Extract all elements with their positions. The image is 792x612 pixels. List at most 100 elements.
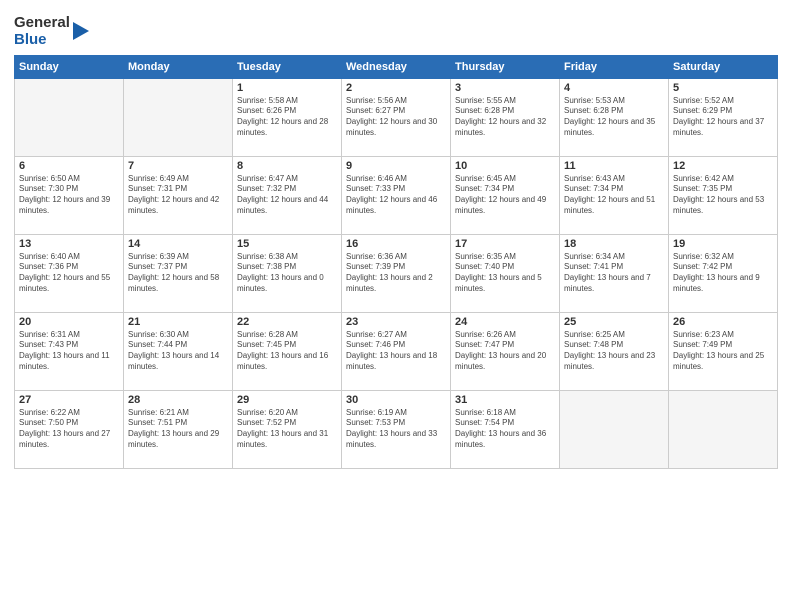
calendar-cell: 24 Sunrise: 6:26 AM Sunset: 7:47 PM Dayli…: [451, 312, 560, 390]
day-number: 5: [673, 82, 773, 94]
day-info: Sunrise: 6:30 AM Sunset: 7:44 PM Dayligh…: [128, 330, 228, 373]
logo-area: General Blue: [14, 14, 89, 49]
calendar-cell: 2 Sunrise: 5:56 AM Sunset: 6:27 PM Daylig…: [342, 78, 451, 156]
calendar-header-sunday: Sunday: [15, 55, 124, 78]
main-container: General Blue SundayMondayTuesdayWednesda…: [0, 0, 792, 477]
day-info: Sunrise: 6:21 AM Sunset: 7:51 PM Dayligh…: [128, 408, 228, 451]
day-number: 1: [237, 82, 337, 94]
calendar-cell: 20 Sunrise: 6:31 AM Sunset: 7:43 PM Dayli…: [15, 312, 124, 390]
day-number: 6: [19, 160, 119, 172]
day-number: 3: [455, 82, 555, 94]
day-number: 15: [237, 238, 337, 250]
day-number: 13: [19, 238, 119, 250]
day-info: Sunrise: 6:20 AM Sunset: 7:52 PM Dayligh…: [237, 408, 337, 451]
day-number: 25: [564, 316, 664, 328]
calendar-cell: 26 Sunrise: 6:23 AM Sunset: 7:49 PM Dayli…: [669, 312, 778, 390]
calendar-cell: 10 Sunrise: 6:45 AM Sunset: 7:34 PM Dayli…: [451, 156, 560, 234]
calendar-cell: [669, 390, 778, 468]
day-number: 11: [564, 160, 664, 172]
day-number: 8: [237, 160, 337, 172]
day-info: Sunrise: 6:31 AM Sunset: 7:43 PM Dayligh…: [19, 330, 119, 373]
calendar-cell: 1 Sunrise: 5:58 AM Sunset: 6:26 PM Daylig…: [233, 78, 342, 156]
calendar-cell: 5 Sunrise: 5:52 AM Sunset: 6:29 PM Daylig…: [669, 78, 778, 156]
calendar-cell: 22 Sunrise: 6:28 AM Sunset: 7:45 PM Dayli…: [233, 312, 342, 390]
calendar-week-row: 20 Sunrise: 6:31 AM Sunset: 7:43 PM Dayli…: [15, 312, 778, 390]
calendar-cell: [560, 390, 669, 468]
calendar-week-row: 6Sunrise: 6:50 AM Sunset: 7:30 PM Daylig…: [15, 156, 778, 234]
day-info: Sunrise: 6:19 AM Sunset: 7:53 PM Dayligh…: [346, 408, 446, 451]
calendar-header-friday: Friday: [560, 55, 669, 78]
logo-blue-text: Blue: [14, 31, 70, 48]
day-info: Sunrise: 5:56 AM Sunset: 6:27 PM Dayligh…: [346, 96, 446, 139]
day-info: Sunrise: 6:38 AM Sunset: 7:38 PM Dayligh…: [237, 252, 337, 295]
calendar-cell: 3 Sunrise: 5:55 AM Sunset: 6:28 PM Daylig…: [451, 78, 560, 156]
calendar-header-wednesday: Wednesday: [342, 55, 451, 78]
calendar-cell: 7 Sunrise: 6:49 AM Sunset: 7:31 PM Daylig…: [124, 156, 233, 234]
day-number: 23: [346, 316, 446, 328]
calendar-cell: 8 Sunrise: 6:47 AM Sunset: 7:32 PM Daylig…: [233, 156, 342, 234]
calendar-cell: 11 Sunrise: 6:43 AM Sunset: 7:34 PM Dayli…: [560, 156, 669, 234]
calendar-cell: 31 Sunrise: 6:18 AM Sunset: 7:54 PM Dayli…: [451, 390, 560, 468]
calendar-cell: 29 Sunrise: 6:20 AM Sunset: 7:52 PM Dayli…: [233, 390, 342, 468]
day-number: 20: [19, 316, 119, 328]
day-number: 7: [128, 160, 228, 172]
day-info: Sunrise: 6:23 AM Sunset: 7:49 PM Dayligh…: [673, 330, 773, 373]
day-number: 29: [237, 394, 337, 406]
day-info: Sunrise: 6:43 AM Sunset: 7:34 PM Dayligh…: [564, 174, 664, 217]
day-info: Sunrise: 6:40 AM Sunset: 7:36 PM Dayligh…: [19, 252, 119, 295]
day-number: 14: [128, 238, 228, 250]
day-info: Sunrise: 6:46 AM Sunset: 7:33 PM Dayligh…: [346, 174, 446, 217]
day-info: Sunrise: 6:32 AM Sunset: 7:42 PM Dayligh…: [673, 252, 773, 295]
calendar-header-tuesday: Tuesday: [233, 55, 342, 78]
day-number: 26: [673, 316, 773, 328]
day-number: 16: [346, 238, 446, 250]
day-info: Sunrise: 6:35 AM Sunset: 7:40 PM Dayligh…: [455, 252, 555, 295]
day-number: 17: [455, 238, 555, 250]
day-number: 18: [564, 238, 664, 250]
day-info: Sunrise: 6:47 AM Sunset: 7:32 PM Dayligh…: [237, 174, 337, 217]
day-info: Sunrise: 5:58 AM Sunset: 6:26 PM Dayligh…: [237, 96, 337, 139]
calendar-cell: 15 Sunrise: 6:38 AM Sunset: 7:38 PM Dayli…: [233, 234, 342, 312]
day-info: Sunrise: 5:52 AM Sunset: 6:29 PM Dayligh…: [673, 96, 773, 139]
day-info: Sunrise: 6:45 AM Sunset: 7:34 PM Dayligh…: [455, 174, 555, 217]
calendar-header-monday: Monday: [124, 55, 233, 78]
day-info: Sunrise: 6:27 AM Sunset: 7:46 PM Dayligh…: [346, 330, 446, 373]
day-number: 28: [128, 394, 228, 406]
day-info: Sunrise: 6:18 AM Sunset: 7:54 PM Dayligh…: [455, 408, 555, 451]
calendar-cell: 28 Sunrise: 6:21 AM Sunset: 7:51 PM Dayli…: [124, 390, 233, 468]
day-number: 10: [455, 160, 555, 172]
day-info: Sunrise: 6:49 AM Sunset: 7:31 PM Dayligh…: [128, 174, 228, 217]
day-number: 27: [19, 394, 119, 406]
day-info: Sunrise: 6:34 AM Sunset: 7:41 PM Dayligh…: [564, 252, 664, 295]
calendar-cell: 21 Sunrise: 6:30 AM Sunset: 7:44 PM Dayli…: [124, 312, 233, 390]
day-number: 21: [128, 316, 228, 328]
calendar-cell: 25 Sunrise: 6:25 AM Sunset: 7:48 PM Dayli…: [560, 312, 669, 390]
calendar-cell: 30Sunrise: 6:19 AM Sunset: 7:53 PM Dayli…: [342, 390, 451, 468]
day-info: Sunrise: 6:42 AM Sunset: 7:35 PM Dayligh…: [673, 174, 773, 217]
calendar-cell: 13 Sunrise: 6:40 AM Sunset: 7:36 PM Dayli…: [15, 234, 124, 312]
day-number: 19: [673, 238, 773, 250]
logo: General Blue: [14, 14, 89, 49]
header-area: General Blue: [14, 10, 778, 49]
day-number: 9: [346, 160, 446, 172]
day-number: 31: [455, 394, 555, 406]
day-info: Sunrise: 6:39 AM Sunset: 7:37 PM Dayligh…: [128, 252, 228, 295]
day-info: Sunrise: 6:28 AM Sunset: 7:45 PM Dayligh…: [237, 330, 337, 373]
calendar-header-row: SundayMondayTuesdayWednesdayThursdayFrid…: [15, 55, 778, 78]
day-info: Sunrise: 6:26 AM Sunset: 7:47 PM Dayligh…: [455, 330, 555, 373]
calendar-cell: 14 Sunrise: 6:39 AM Sunset: 7:37 PM Dayli…: [124, 234, 233, 312]
calendar-cell: [124, 78, 233, 156]
day-number: 24: [455, 316, 555, 328]
calendar-cell: 18 Sunrise: 6:34 AM Sunset: 7:41 PM Dayli…: [560, 234, 669, 312]
calendar-cell: 19 Sunrise: 6:32 AM Sunset: 7:42 PM Dayli…: [669, 234, 778, 312]
calendar-cell: 4Sunrise: 5:53 AM Sunset: 6:28 PM Daylig…: [560, 78, 669, 156]
calendar-cell: 17 Sunrise: 6:35 AM Sunset: 7:40 PM Dayli…: [451, 234, 560, 312]
calendar-cell: 9 Sunrise: 6:46 AM Sunset: 7:33 PM Daylig…: [342, 156, 451, 234]
calendar-cell: 6Sunrise: 6:50 AM Sunset: 7:30 PM Daylig…: [15, 156, 124, 234]
day-info: Sunrise: 5:55 AM Sunset: 6:28 PM Dayligh…: [455, 96, 555, 139]
day-info: Sunrise: 6:25 AM Sunset: 7:48 PM Dayligh…: [564, 330, 664, 373]
day-number: 22: [237, 316, 337, 328]
calendar-header-saturday: Saturday: [669, 55, 778, 78]
calendar-table: SundayMondayTuesdayWednesdayThursdayFrid…: [14, 55, 778, 469]
day-number: 2: [346, 82, 446, 94]
